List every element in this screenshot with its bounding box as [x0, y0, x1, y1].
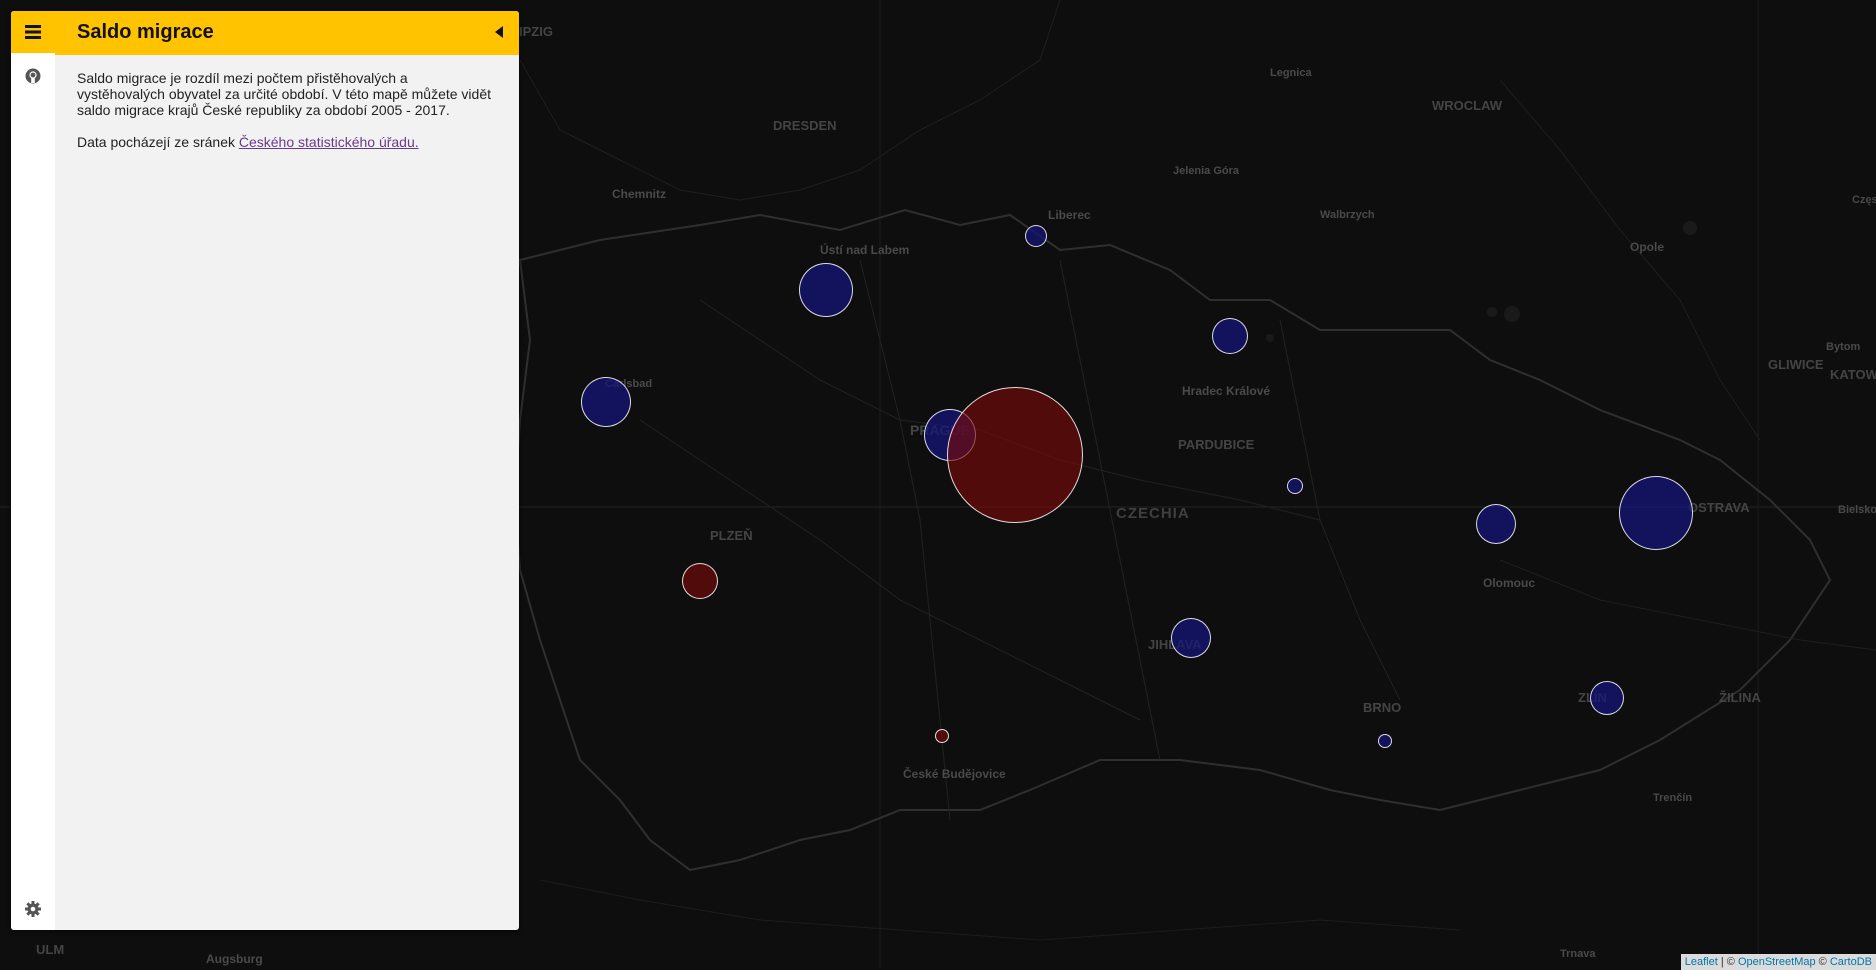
label-opole: Opole — [1630, 240, 1665, 254]
source-paragraph: Data pocházejí ze sránek Českého statist… — [77, 134, 491, 150]
label-jelenia: Jelenia Góra — [1173, 165, 1240, 177]
marker-vysocina[interactable] — [1171, 618, 1211, 658]
marker-stredocesky[interactable] — [947, 387, 1083, 523]
pane-header: Saldo migrace — [55, 11, 519, 55]
label-ostrava: OSTRAVA — [1688, 500, 1750, 515]
label-walbrzych: Walbrzych — [1320, 209, 1375, 221]
carto-link[interactable]: CartoDB — [1830, 956, 1872, 968]
pane-content: Saldo migrace je rozdíl mezi počtem přis… — [77, 70, 491, 166]
map-attribution: Leaflet | © OpenStreetMap © CartoDB — [1680, 954, 1876, 970]
marker-zlinsky[interactable] — [1590, 681, 1624, 715]
marker-ustecky[interactable] — [799, 263, 853, 317]
label-liberec: Liberec — [1048, 208, 1091, 222]
label-olomouc: Olomouc — [1483, 576, 1536, 590]
page-title: Saldo migrace — [77, 21, 214, 43]
marker-moravskoslezsky[interactable] — [1619, 476, 1693, 550]
source-link[interactable]: Českého statistického úřadu. — [239, 134, 419, 150]
attribution-sep: © — [1815, 956, 1830, 968]
attribution-sep: | © — [1717, 956, 1738, 968]
caret-left-icon — [495, 26, 503, 38]
marker-kralovehradecky[interactable] — [1212, 318, 1248, 354]
label-czest: Często — [1852, 194, 1876, 206]
label-budejovice: České Budějovice — [903, 767, 1006, 781]
label-brno: BRNO — [1363, 700, 1402, 715]
sidebar: Saldo migrace Saldo migrace je rozdíl me… — [11, 11, 519, 930]
label-zilina: ŽILINA — [1719, 690, 1761, 705]
tab-home[interactable] — [11, 11, 55, 53]
label-gliwice: GLIWICE — [1768, 357, 1824, 372]
label-legnica: Legnica — [1270, 67, 1312, 79]
marker-olomoucky[interactable] — [1476, 504, 1516, 544]
github-icon — [25, 68, 41, 84]
label-bytom: Bytom — [1826, 341, 1861, 353]
tab-github[interactable] — [11, 55, 55, 97]
label-leipzig: IPZIG — [519, 24, 553, 39]
label-czechia: CZECHIA — [1116, 505, 1190, 522]
marker-jihomoravsky[interactable] — [1378, 734, 1392, 748]
label-trnava: Trnava — [1560, 948, 1596, 960]
marker-karlovarsky[interactable] — [581, 377, 631, 427]
label-wroclaw: WROCLAW — [1432, 98, 1503, 113]
leaflet-link[interactable]: Leaflet — [1685, 956, 1718, 968]
label-bielsko: Bielsko — [1838, 504, 1876, 516]
tab-settings[interactable] — [11, 888, 55, 930]
marker-liberecky[interactable] — [1025, 225, 1047, 247]
label-augsburg: Augsburg — [206, 952, 263, 966]
label-ulm: ULM — [36, 942, 65, 957]
close-pane-button[interactable] — [495, 25, 503, 43]
label-plzen: PLZEŇ — [710, 528, 753, 543]
label-chemnitz: Chemnitz — [612, 187, 666, 201]
label-pardubice: PARDUBICE — [1178, 437, 1255, 452]
label-dresden: DRESDEN — [773, 118, 837, 133]
marker-pardubicky[interactable] — [1287, 478, 1303, 494]
sidebar-tabs — [11, 11, 55, 930]
menu-icon — [25, 25, 41, 39]
label-trencin: Trenčín — [1653, 792, 1693, 804]
marker-jihocesky[interactable] — [935, 729, 949, 743]
osm-link[interactable]: OpenStreetMap — [1738, 956, 1816, 968]
label-usti: Ústí nad Labem — [820, 243, 910, 257]
label-hradec: Hradec Králové — [1182, 384, 1271, 398]
label-katowice: KATOW — [1830, 367, 1876, 382]
source-prefix: Data pocházejí ze sránek — [77, 134, 239, 150]
description-text: Saldo migrace je rozdíl mezi počtem přis… — [77, 70, 492, 118]
marker-plzensky[interactable] — [682, 563, 718, 599]
gear-icon — [25, 901, 41, 917]
